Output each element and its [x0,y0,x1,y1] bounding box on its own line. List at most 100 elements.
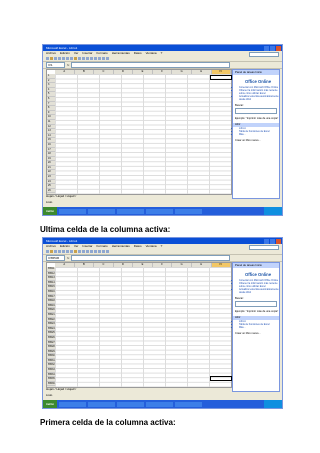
menu-ver[interactable]: Ver [74,51,79,56]
open-icon[interactable] [50,57,53,60]
menu-herramientas[interactable]: Herramientas [112,244,130,249]
menu-ventana[interactable]: Ventana [146,244,157,249]
cells-area[interactable] [55,74,231,194]
bold-icon[interactable] [98,250,101,253]
help-search-input[interactable] [249,51,279,57]
active-cell[interactable] [210,376,232,381]
close-icon[interactable] [276,45,281,51]
taskbar-item[interactable] [116,208,144,214]
task-pane-link[interactable]: Actualizar esta lista automáticamente de… [239,288,279,294]
chart-icon[interactable] [94,250,97,253]
menu-formato[interactable]: Formato [97,244,108,249]
row-header[interactable]: 26 [47,189,55,194]
start-button[interactable]: inicio [43,207,57,215]
maximize-icon[interactable] [270,45,275,51]
worksheet-grid[interactable]: A B C D E F G H IV 65511 65512 65513 65514 6… [46,262,232,388]
close-icon[interactable] [276,238,281,244]
print-icon[interactable] [58,250,61,253]
copy-icon[interactable] [70,250,73,253]
new-icon[interactable] [46,250,49,253]
name-box[interactable]: IV1 [46,62,65,68]
taskbar-item[interactable] [116,401,144,407]
cut-icon[interactable] [66,57,69,60]
taskbar-item[interactable] [87,208,115,214]
formula-input[interactable] [71,62,230,68]
taskbar-item[interactable] [58,401,86,407]
row-header[interactable]: 65533 [47,368,55,373]
taskbar-item[interactable] [87,401,115,407]
sum-icon[interactable] [86,250,89,253]
preview-icon[interactable] [62,57,65,60]
menu-herramientas[interactable]: Herramientas [112,51,130,56]
taskbar-item[interactable] [174,401,202,407]
active-cell[interactable] [210,75,232,80]
menu-insertar[interactable]: Insertar [82,51,92,56]
save-icon[interactable] [54,57,57,60]
sort-icon[interactable] [90,57,93,60]
menu-ver[interactable]: Ver [74,244,79,249]
paste-icon[interactable] [74,57,77,60]
sort-icon[interactable] [90,250,93,253]
menu-ventana[interactable]: Ventana [146,51,157,56]
open-item[interactable]: Más... [239,326,279,329]
minimize-icon[interactable] [264,238,269,244]
undo-icon[interactable] [78,250,81,253]
task-pane-title: Panel de tareas Inicio [233,263,279,268]
row-header[interactable]: 65511 [47,267,55,272]
sheet-tabs[interactable]: Hoja1 / Hoja2 / Hoja3 / [46,194,230,199]
cut-icon[interactable] [66,250,69,253]
menu-formato[interactable]: Formato [97,51,108,56]
taskbar-item[interactable] [145,401,173,407]
new-icon[interactable] [46,57,49,60]
italic-icon[interactable] [102,57,105,60]
italic-icon[interactable] [102,250,105,253]
new-workbook-link[interactable]: Crear un libro nuevo... [233,332,279,335]
copy-icon[interactable] [70,57,73,60]
menu-insertar[interactable]: Insertar [82,244,92,249]
redo-icon[interactable] [82,250,85,253]
row-header[interactable]: 65521 [47,313,55,318]
start-button[interactable]: inicio [43,400,57,408]
open-icon[interactable] [50,250,53,253]
undo-icon[interactable] [78,57,81,60]
office-online-logo: Office Online [245,272,272,277]
bold-icon[interactable] [98,57,101,60]
menu-edicion[interactable]: Edición [60,244,70,249]
open-item[interactable]: Más... [239,133,279,136]
sum-icon[interactable] [86,57,89,60]
menu-datos[interactable]: Datos [134,244,142,249]
new-workbook-link[interactable]: Crear un libro nuevo... [233,139,279,142]
redo-icon[interactable] [82,57,85,60]
minimize-icon[interactable] [264,45,269,51]
search-input[interactable] [235,108,277,114]
taskbar-item[interactable] [145,208,173,214]
menu-archivo[interactable]: Archivo [46,51,56,56]
menu-help[interactable]: ? [161,244,163,249]
menu-edicion[interactable]: Edición [60,51,70,56]
paste-icon[interactable] [74,250,77,253]
sheet-tabs[interactable]: Hoja1 / Hoja2 / Hoja3 / [46,387,230,392]
preview-icon[interactable] [62,250,65,253]
menu-datos[interactable]: Datos [134,51,142,56]
underline-icon[interactable] [106,57,109,60]
row-header[interactable]: 65516 [47,290,55,295]
name-box[interactable]: IV65536 [46,255,65,261]
taskbar-item[interactable] [58,208,86,214]
worksheet-grid[interactable]: A B C D E F G H IV 1 2 3 4 5 6 7 8 9 10 11 12 13 14 15… [46,69,232,195]
row-header[interactable]: 65526 [47,336,55,341]
row-header[interactable]: 65528 [47,345,55,350]
maximize-icon[interactable] [270,238,275,244]
help-search-input[interactable] [249,244,279,250]
search-input[interactable] [235,301,277,307]
print-icon[interactable] [58,57,61,60]
save-icon[interactable] [54,250,57,253]
cells-area[interactable] [55,267,231,387]
taskbar-item[interactable] [174,208,202,214]
task-pane-link[interactable]: Actualizar esta lista automáticamente de… [239,95,279,101]
menu-help[interactable]: ? [161,51,163,56]
underline-icon[interactable] [106,250,109,253]
menu-archivo[interactable]: Archivo [46,244,56,249]
row-header[interactable]: 65536 [47,382,55,387]
formula-input[interactable] [71,255,230,261]
chart-icon[interactable] [94,57,97,60]
